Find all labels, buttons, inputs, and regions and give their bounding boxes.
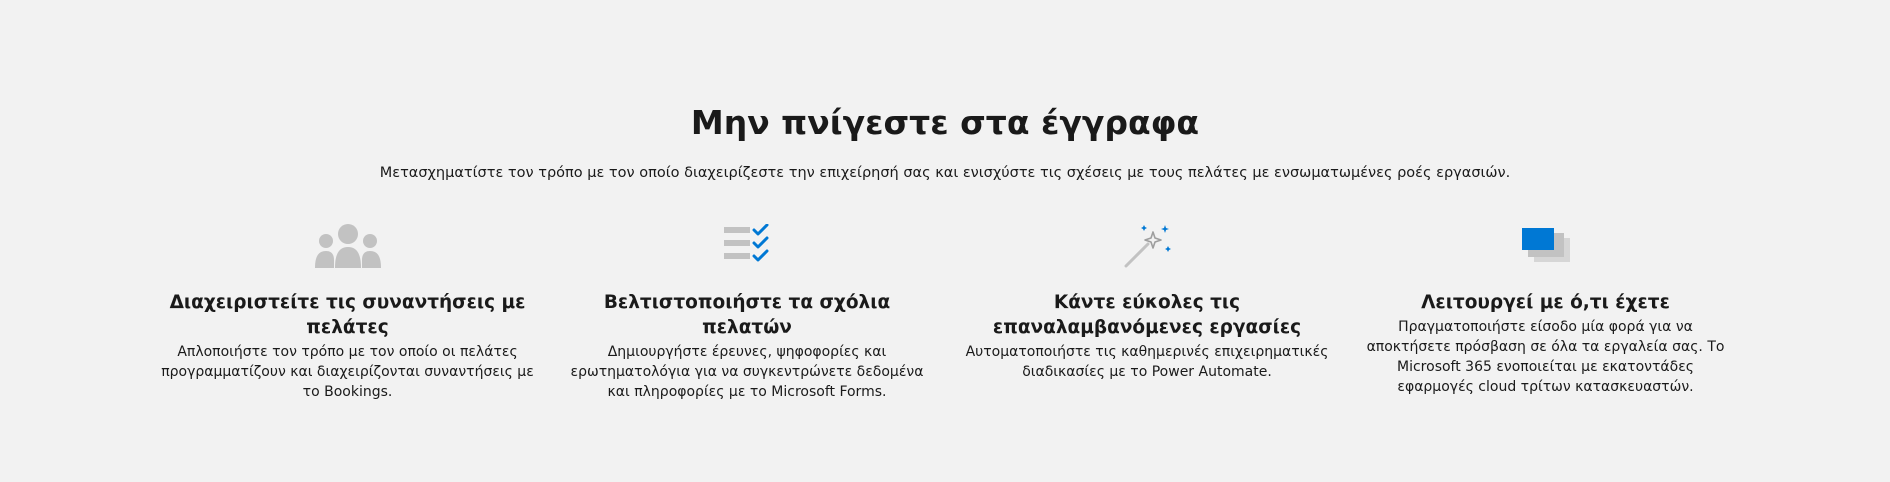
feature-title: Διαχειριστείτε τις συναντήσεις με πελάτε… [169,292,526,338]
feature-title: Βελτιστοποιήστε τα σχόλια πελατών [603,292,891,338]
feature-title: Λειτουργεί με ό,τι έχετε [1421,292,1670,313]
people-group-icon [160,218,535,268]
feature-description: Πραγματοποιήστε είσοδο μία φορά για να α… [1366,319,1725,395]
magic-wand-icon [962,218,1332,268]
feature-description: Απλοποιήστε τον τρόπο με τον οποίο οι πε… [161,344,534,400]
section-title: Μην πνίγεστε στα έγγραφα [690,103,1200,142]
feature-section: Μην πνίγεστε στα έγγραφα Μετασχηματίστε … [0,0,1890,482]
feature-card-forms: Βελτιστοποιήστε τα σχόλια πελατών Δημιου… [558,218,936,402]
feature-card-bookings: Διαχειριστείτε τις συναντήσεις με πελάτε… [160,218,535,402]
feature-card-power-automate: Κάντε εύκολες τις επαναλαμβανόμενες εργα… [962,218,1332,382]
feature-description: Δημιουργήστε έρευνες, ψηφοφορίες και ερω… [570,344,924,400]
stacked-windows-icon [1358,218,1733,268]
feature-title: Κάντε εύκολες τις επαναλαμβανόμενες εργα… [992,292,1302,338]
feature-description: Αυτοματοποιήστε τις καθημερινές επιχειρη… [965,344,1329,380]
checklist-icon [558,218,936,268]
feature-card-integrations: Λειτουργεί με ό,τι έχετε Πραγματοποιήστε… [1358,218,1733,397]
section-subtitle: Μετασχηματίστε τον τρόπο με τον οποίο δι… [379,165,1511,181]
